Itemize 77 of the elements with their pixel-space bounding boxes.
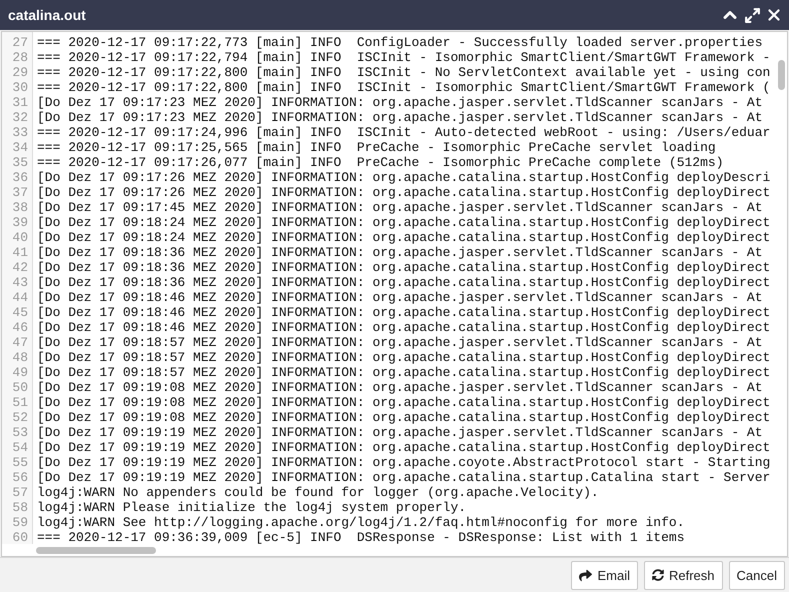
line-number: 29 <box>11 65 29 80</box>
line-number: 28 <box>11 50 29 65</box>
line-number: 47 <box>11 335 29 350</box>
share-arrow-icon <box>579 568 592 582</box>
horizontal-scrollbar-thumb[interactable] <box>36 546 156 554</box>
log-line: [Do Dez 17 09:19:08 MEZ 2020] INFORMATION: org.apache.catalina.startup.HostConfig deployDirect <box>37 395 772 410</box>
refresh-icon <box>652 569 664 581</box>
window-title: catalina.out <box>8 7 86 23</box>
line-number: 27 <box>11 35 29 50</box>
log-line: [Do Dez 17 09:19:19 MEZ 2020] INFORMATION: org.apache.catalina.startup.Catalina start - Server <box>37 470 772 485</box>
log-line: [Do Dez 17 09:18:24 MEZ 2020] INFORMATION: org.apache.catalina.startup.HostConfig deployDirect <box>37 230 772 245</box>
line-number: 48 <box>11 350 29 365</box>
log-line: [Do Dez 17 09:17:23 MEZ 2020] INFORMATION: org.apache.jasper.servlet.TldScanner scanJars - At <box>37 110 764 125</box>
log-line: [Do Dez 17 09:17:26 MEZ 2020] INFORMATION: org.apache.catalina.startup.HostConfig deployDirect <box>37 185 772 200</box>
log-line: [Do Dez 17 09:19:19 MEZ 2020] INFORMATION: org.apache.coyote.AbstractProtocol start - Starting <box>37 455 772 470</box>
line-number: 37 <box>11 185 29 200</box>
log-line: === 2020-12-17 09:17:22,800 [main] INFO ISCInit - Isomorphic SmartClient/SmartGWT Framework ( <box>37 80 772 95</box>
vertical-scrollbar-thumb[interactable] <box>778 60 784 90</box>
log-line: [Do Dez 17 09:18:46 MEZ 2020] INFORMATION: org.apache.jasper.servlet.TldScanner scanJars - At <box>37 290 764 305</box>
line-number: 50 <box>11 380 29 395</box>
log-line: === 2020-12-17 09:17:22,794 [main] INFO ISCInit - Isomorphic SmartClient/SmartGWT Framework - <box>37 50 772 65</box>
line-number: 55 <box>11 455 29 470</box>
line-number: 59 <box>11 515 29 530</box>
log-line: [Do Dez 17 09:18:46 MEZ 2020] INFORMATION: org.apache.catalina.startup.HostConfig deployDirect <box>37 320 772 335</box>
line-number: 56 <box>11 470 29 485</box>
refresh-button[interactable]: Refresh <box>644 560 723 590</box>
log-line: === 2020-12-17 09:17:22,800 [main] INFO ISCInit - No ServletContext available yet - using con <box>37 65 772 80</box>
line-number: 32 <box>11 110 29 125</box>
line-number: 53 <box>11 425 29 440</box>
line-number: 58 <box>11 500 29 515</box>
log-line: === 2020-12-17 09:17:24,996 [main] INFO ISCInit - Auto-detected webRoot - using: /Users/eduar <box>37 125 772 140</box>
log-line: [Do Dez 17 09:18:57 MEZ 2020] INFORMATION: org.apache.catalina.startup.HostConfig deployDirect <box>37 365 772 380</box>
log-line: [Do Dez 17 09:19:08 MEZ 2020] INFORMATION: org.apache.jasper.servlet.TldScanner scanJars - At <box>37 380 764 395</box>
log-line: log4j:WARN See http://logging.apache.org/log4j/1.2/faq.html#noconfig for more info. <box>37 515 686 530</box>
log-line: [Do Dez 17 09:19:19 MEZ 2020] INFORMATION: org.apache.catalina.startup.HostConfig deployDirect <box>37 440 772 455</box>
line-number: 57 <box>11 485 29 500</box>
line-number: 49 <box>11 365 29 380</box>
log-line: [Do Dez 17 09:17:45 MEZ 2020] INFORMATION: org.apache.jasper.servlet.TldScanner scanJars - At <box>37 200 764 215</box>
line-number: 31 <box>11 95 29 110</box>
log-line: === 2020-12-17 09:17:22,773 [main] INFO ConfigLoader - Successfully loaded server.properties <box>37 35 764 50</box>
line-number: 52 <box>11 410 29 425</box>
line-number: 54 <box>11 440 29 455</box>
line-number: 46 <box>11 320 29 335</box>
log-line: [Do Dez 17 09:18:36 MEZ 2020] INFORMATION: org.apache.catalina.startup.HostConfig deployDirect <box>37 260 772 275</box>
log-line: [Do Dez 17 09:18:36 MEZ 2020] INFORMATION: org.apache.jasper.servlet.TldScanner scanJars - At <box>37 245 764 260</box>
line-number: 60 <box>11 530 29 544</box>
line-number: 43 <box>11 275 29 290</box>
line-number: 36 <box>11 170 29 185</box>
log-line: [Do Dez 17 09:18:57 MEZ 2020] INFORMATION: org.apache.catalina.startup.HostConfig deployDirect <box>37 350 772 365</box>
line-number: 41 <box>11 245 29 260</box>
log-line: log4j:WARN No appenders could be found for logger (org.apache.Velocity). <box>37 485 600 500</box>
line-number: 30 <box>11 80 29 95</box>
maximize-icon[interactable] <box>744 6 761 24</box>
line-number: 42 <box>11 260 29 275</box>
line-number: 38 <box>11 200 29 215</box>
log-line: [Do Dez 17 09:18:57 MEZ 2020] INFORMATION: org.apache.jasper.servlet.TldScanner scanJars - At <box>37 335 764 350</box>
cancel-button[interactable]: Cancel <box>728 560 785 590</box>
log-line: [Do Dez 17 09:18:46 MEZ 2020] INFORMATION: org.apache.catalina.startup.HostConfig deployDirect <box>37 305 772 320</box>
line-number: 44 <box>11 290 29 305</box>
line-number: 35 <box>11 155 29 170</box>
line-number: 51 <box>11 395 29 410</box>
line-number: 33 <box>11 125 29 140</box>
line-number: 34 <box>11 140 29 155</box>
log-line: [Do Dez 17 09:17:23 MEZ 2020] INFORMATION: org.apache.jasper.servlet.TldScanner scanJars - At <box>37 95 764 110</box>
log-line: [Do Dez 17 09:19:19 MEZ 2020] INFORMATION: org.apache.jasper.servlet.TldScanner scanJars - At <box>37 425 764 440</box>
email-button[interactable]: Email <box>571 560 638 590</box>
line-number: 45 <box>11 305 29 320</box>
log-line: [Do Dez 17 09:17:26 MEZ 2020] INFORMATION: org.apache.catalina.startup.HostConfig deployDescri <box>37 170 772 185</box>
log-line: === 2020-12-17 09:36:39,009 [ec-5] INFO DSResponse - DSResponse: List with 1 items <box>37 530 686 544</box>
log-line: === 2020-12-17 09:17:26,077 [main] INFO PreCache - Isomorphic PreCache complete (512ms) <box>37 155 725 170</box>
log-line: [Do Dez 17 09:19:08 MEZ 2020] INFORMATION: org.apache.catalina.startup.HostConfig deployDirect <box>37 410 772 425</box>
log-line: [Do Dez 17 09:18:24 MEZ 2020] INFORMATION: org.apache.catalina.startup.HostConfig deployDirect <box>37 215 772 230</box>
log-line: === 2020-12-17 09:17:25,565 [main] INFO PreCache - Isomorphic PreCache servlet loading <box>37 140 717 155</box>
line-number: 40 <box>11 230 29 245</box>
line-number: 39 <box>11 215 29 230</box>
log-line: [Do Dez 17 09:18:36 MEZ 2020] INFORMATION: org.apache.catalina.startup.HostConfig deployDirect <box>37 275 772 290</box>
log-line: log4j:WARN Please initialize the log4j system properly. <box>37 500 468 515</box>
